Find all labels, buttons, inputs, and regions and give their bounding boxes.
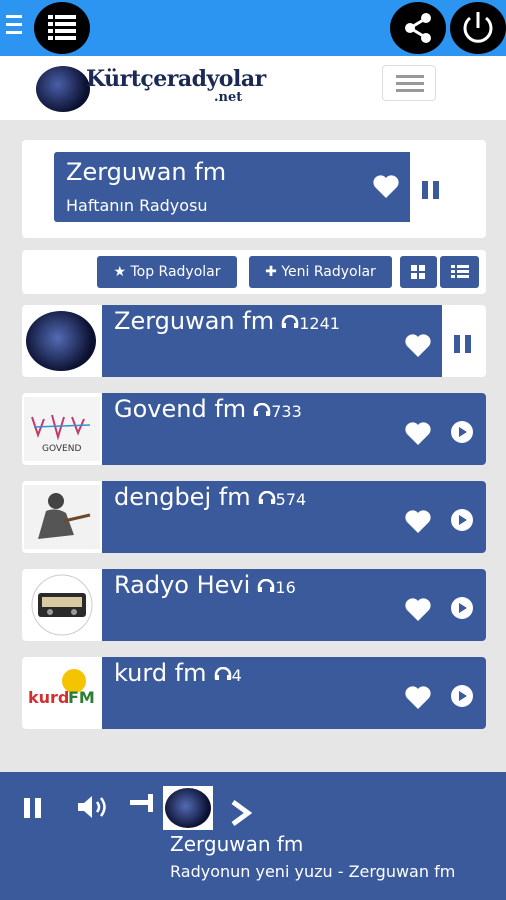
kurdfm-logo-icon: kurd FM <box>24 661 100 725</box>
station-row[interactable]: Zerguwan fm 1241 <box>22 305 486 377</box>
station-row[interactable]: GOVEND Govend fm 733 <box>22 393 486 465</box>
favorite-heart-icon[interactable] <box>404 509 432 535</box>
station-panel[interactable]: kurd fm 4 <box>102 657 486 729</box>
station-panel[interactable]: Govend fm 733 <box>102 393 486 465</box>
share-icon <box>405 13 431 43</box>
station-logo <box>24 573 100 637</box>
station-row[interactable]: dengbej fm 574 <box>22 481 486 553</box>
now-playing-subtitle: Radyonun yeni yuzu - Zerguwan fm <box>170 862 456 881</box>
govend-logo-icon: GOVEND <box>24 397 100 461</box>
grid-view-button[interactable] <box>400 256 437 288</box>
list-view-icon <box>451 265 469 278</box>
drawer-menu-icon[interactable] <box>6 15 22 39</box>
featured-station-name: Zerguwan fm <box>66 158 227 186</box>
station-name: Zerguwan fm 1241 <box>114 307 340 335</box>
top-radios-button[interactable]: ★ Top Radyolar <box>97 256 237 288</box>
favorite-heart-icon[interactable] <box>404 421 432 447</box>
list-icon <box>48 15 76 40</box>
play-icon[interactable] <box>450 684 474 708</box>
svg-text:FM: FM <box>68 688 95 707</box>
station-panel[interactable]: Radyo Hevi 16 <box>102 569 486 641</box>
headphones-icon <box>281 314 299 328</box>
svg-text:GOVEND: GOVEND <box>42 444 81 454</box>
player-pause-icon[interactable] <box>22 796 44 820</box>
now-playing-name: Zerguwan fm <box>170 832 304 856</box>
favorite-heart-icon[interactable] <box>404 685 432 711</box>
chevron-right-icon[interactable] <box>228 798 254 828</box>
play-icon[interactable] <box>450 596 474 620</box>
volume-icon[interactable] <box>76 794 110 820</box>
logo-domain: .net <box>214 90 243 105</box>
logo-text: Kürtçeradyolar <box>86 66 266 92</box>
station-list-button[interactable] <box>34 2 90 54</box>
headphones-icon <box>254 402 271 416</box>
pause-icon[interactable] <box>452 334 474 354</box>
power-icon <box>463 12 493 43</box>
station-row[interactable]: Radyo Hevi 16 <box>22 569 486 641</box>
pin-icon[interactable] <box>128 792 156 814</box>
featured-station-card: Zerguwan fm Haftanın Radyosu <box>22 140 486 238</box>
listener-count: 16 <box>252 578 296 597</box>
headphones-icon <box>214 666 231 680</box>
play-icon[interactable] <box>450 420 474 444</box>
station-panel[interactable]: dengbej fm 574 <box>102 481 486 553</box>
svg-text:kurd: kurd <box>28 688 69 707</box>
station-emblem <box>165 788 211 828</box>
headphones-icon <box>258 578 275 592</box>
share-button[interactable] <box>390 2 446 54</box>
station-logo: kurd FM <box>24 661 100 725</box>
filter-bar: ★ Top Radyolar ✚ Yeni Radyolar <box>22 250 486 294</box>
featured-station-panel[interactable]: Zerguwan fm Haftanın Radyosu <box>54 152 410 222</box>
listener-count: 1241 <box>276 314 340 333</box>
featured-station-subtitle: Haftanın Radyosu <box>66 196 208 215</box>
list-view-button[interactable] <box>440 256 479 288</box>
new-radios-button[interactable]: ✚ Yeni Radyolar <box>249 256 392 288</box>
pause-icon[interactable] <box>420 180 442 200</box>
station-logo <box>26 311 96 371</box>
station-logo <box>24 485 100 549</box>
favorite-heart-icon[interactable] <box>404 333 432 359</box>
now-playing-logo <box>163 786 213 830</box>
station-name: dengbej fm 574 <box>114 483 307 511</box>
favorite-heart-icon[interactable] <box>404 597 432 623</box>
station-name: Radyo Hevi 16 <box>114 571 296 599</box>
listener-count: 574 <box>253 490 306 509</box>
power-button[interactable] <box>450 2 506 54</box>
play-icon[interactable] <box>450 508 474 532</box>
site-header: Kürtçeradyolar .net <box>0 56 506 120</box>
station-row[interactable]: kurd FM kurd fm 4 <box>22 657 486 729</box>
top-app-bar <box>0 0 506 56</box>
station-name: Govend fm 733 <box>114 395 302 423</box>
station-panel[interactable]: Zerguwan fm 1241 <box>102 305 442 377</box>
dengbej-logo-icon <box>24 485 100 549</box>
now-playing-bar: Zerguwan fm Radyonun yeni yuzu - Zerguwa… <box>0 772 506 900</box>
station-name: kurd fm 4 <box>114 659 242 687</box>
listener-count: 4 <box>209 666 242 685</box>
favorite-heart-icon[interactable] <box>372 174 400 200</box>
radyo-hevi-logo-icon <box>24 573 100 637</box>
listener-count: 733 <box>248 402 302 421</box>
logo-emblem <box>36 66 90 112</box>
menu-toggle-button[interactable] <box>382 65 436 101</box>
station-logo: GOVEND <box>24 397 100 461</box>
headphones-icon <box>258 490 275 504</box>
grid-view-icon <box>411 265 425 279</box>
